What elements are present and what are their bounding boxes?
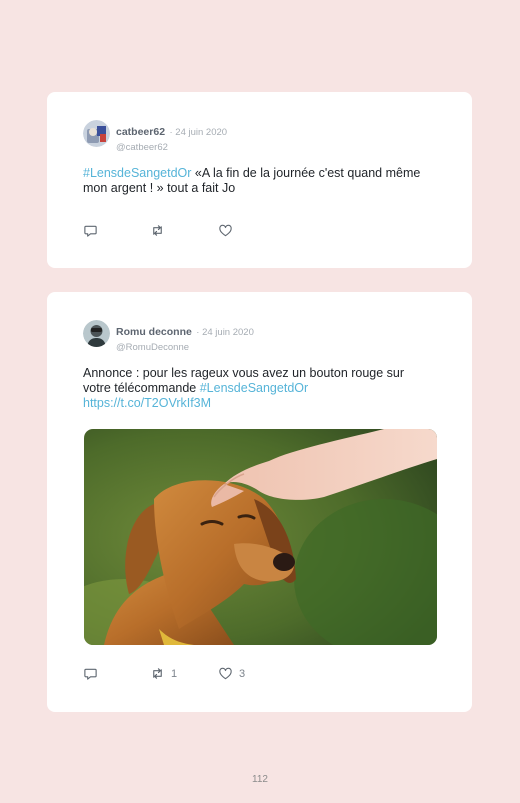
url-link[interactable]: https://t.co/T2OVrkIf3M bbox=[83, 396, 211, 410]
dog-photo bbox=[84, 429, 437, 645]
avatar[interactable] bbox=[83, 320, 110, 347]
reply-button[interactable] bbox=[83, 223, 98, 238]
author-handle[interactable]: @RomuDeconne bbox=[116, 342, 254, 353]
retweet-icon bbox=[153, 668, 162, 679]
tweet-text: #LensdeSangetdOr «A la fin de la journée… bbox=[83, 166, 423, 196]
avatar[interactable] bbox=[83, 120, 110, 147]
reply-icon bbox=[84, 225, 97, 237]
like-count: 3 bbox=[239, 667, 246, 680]
retweet-count: 1 bbox=[171, 667, 178, 680]
tweet-card: catbeer62 · 24 juin 2020 @catbeer62 #Len… bbox=[47, 92, 472, 268]
like-button[interactable] bbox=[218, 223, 239, 238]
reply-icon bbox=[84, 668, 97, 680]
tweet-photo[interactable] bbox=[84, 429, 437, 645]
heart-icon bbox=[219, 224, 232, 237]
page-number: 112 bbox=[252, 774, 268, 785]
hashtag-link[interactable]: #LensdeSangetdOr bbox=[200, 381, 308, 395]
author-handle[interactable]: @catbeer62 bbox=[116, 142, 227, 153]
author-meta: Romu deconne · 24 juin 2020 @RomuDeconne bbox=[116, 322, 254, 353]
like-button[interactable]: 3 bbox=[218, 666, 245, 681]
retweet-icon bbox=[153, 225, 162, 236]
hashtag-link[interactable]: #LensdeSangetdOr bbox=[83, 166, 191, 180]
reply-button[interactable] bbox=[83, 666, 98, 681]
tweet-text: Annonce : pour les rageux vous avez un b… bbox=[83, 366, 423, 411]
tweet-card: Romu deconne · 24 juin 2020 @RomuDeconne… bbox=[47, 292, 472, 712]
retweet-button[interactable]: 1 bbox=[150, 666, 177, 681]
retweet-button[interactable] bbox=[150, 223, 171, 238]
author-name[interactable]: catbeer62 bbox=[116, 126, 165, 138]
tweet-date: · 24 juin 2020 bbox=[196, 327, 254, 338]
author-meta: catbeer62 · 24 juin 2020 @catbeer62 bbox=[116, 122, 227, 153]
author-name[interactable]: Romu deconne bbox=[116, 326, 192, 338]
heart-icon bbox=[219, 667, 232, 680]
tweet-date: · 24 juin 2020 bbox=[169, 127, 228, 138]
